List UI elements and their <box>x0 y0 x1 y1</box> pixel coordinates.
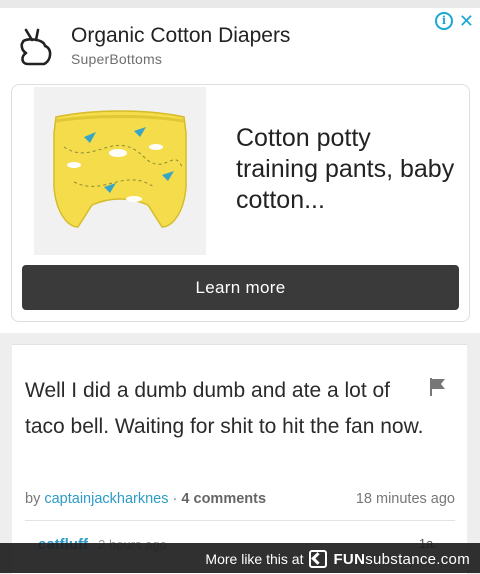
superbottoms-logo-icon <box>20 28 52 66</box>
ad-badges: i ✕ <box>434 12 474 30</box>
ad-headline[interactable]: Cotton potty training pants, baby cotton… <box>236 123 456 216</box>
post-text: Well I did a dumb dumb and ate a lot of … <box>25 379 424 438</box>
footer-banner[interactable]: More like this at FUNsubstance.com <box>0 543 480 573</box>
post-meta: by captainjackharknes · 4 comments 18 mi… <box>25 491 455 507</box>
brand-rest: substance.com <box>365 550 470 568</box>
more-like-this-label: More like this at <box>205 551 304 567</box>
learn-more-button[interactable]: Learn more <box>22 265 459 310</box>
ad-unit[interactable]: i ✕ Organic Cotton Diapers SuperBottoms … <box>0 0 480 333</box>
flag-icon[interactable] <box>429 377 447 397</box>
divider <box>25 520 455 521</box>
funsubstance-logo-icon <box>309 550 328 568</box>
product-image[interactable] <box>34 87 206 255</box>
close-icon[interactable]: ✕ <box>459 12 474 30</box>
funsubstance-brand[interactable]: FUNsubstance.com <box>333 551 470 568</box>
info-icon[interactable]: i <box>434 12 453 30</box>
ad-advertiser: SuperBottoms <box>71 51 163 67</box>
meta-separator: · <box>172 491 178 507</box>
ad-top-strip <box>0 0 480 8</box>
ad-card[interactable]: Cotton potty training pants, baby cotton… <box>11 84 470 322</box>
footer-link[interactable]: More like this at FUNsubstance.com <box>205 550 470 568</box>
comments-link[interactable]: 4 comments <box>181 491 266 507</box>
post-timestamp: 18 minutes ago <box>355 491 455 507</box>
author-link[interactable]: captainjackharknes <box>44 491 168 507</box>
ad-title[interactable]: Organic Cotton Diapers <box>71 24 290 48</box>
brand-bold: FUN <box>333 550 366 568</box>
post-card: Well I did a dumb dumb and ate a lot of … <box>12 344 467 574</box>
by-label: by <box>25 491 41 507</box>
